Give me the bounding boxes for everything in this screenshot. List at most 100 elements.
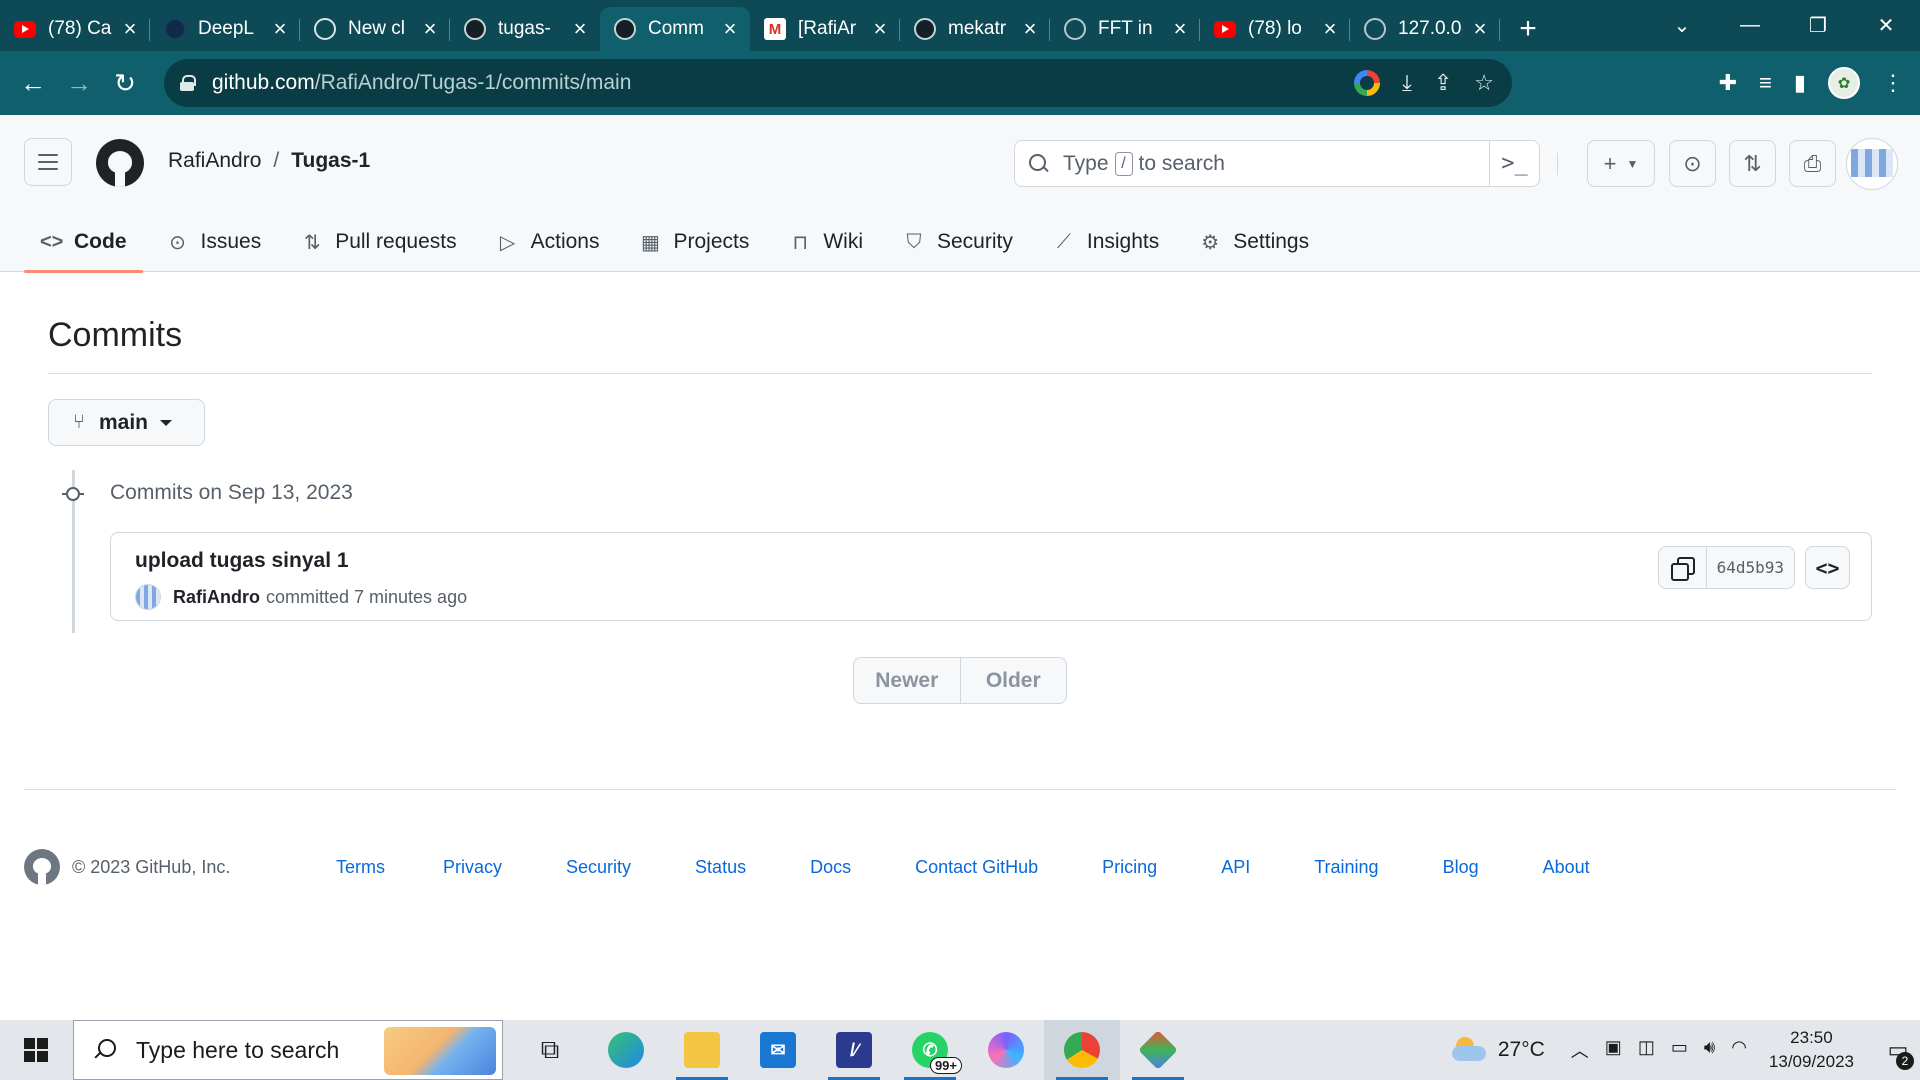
close-tab-icon[interactable]: × [570, 16, 590, 42]
clock[interactable]: 23:50 13/09/2023 [1769, 1026, 1854, 1074]
browser-tab[interactable]: FFT in × [1050, 7, 1200, 51]
lock-icon[interactable] [180, 75, 196, 91]
browser-tab[interactable]: (78) lo × [1200, 7, 1350, 51]
menu-kebab-icon[interactable]: ⋮ [1882, 70, 1904, 96]
footer-link-contact[interactable]: Contact GitHub [915, 857, 1038, 878]
hamburger-menu-icon[interactable] [24, 138, 72, 186]
footer-link-training[interactable]: Training [1314, 857, 1378, 878]
address-bar[interactable]: github.com/RafiAndro/Tugas-1/commits/mai… [164, 59, 1512, 107]
tab-settings[interactable]: ⚙ Settings [1183, 212, 1325, 272]
footer-link-blog[interactable]: Blog [1443, 857, 1479, 878]
close-tab-icon[interactable]: × [1470, 16, 1490, 42]
star-icon[interactable]: ☆ [1474, 70, 1494, 96]
browser-tab[interactable]: DeepL × [150, 7, 300, 51]
github-logo-icon[interactable] [96, 139, 144, 187]
close-tab-icon[interactable]: × [120, 16, 140, 42]
copilot-icon[interactable] [968, 1020, 1044, 1080]
chrome-icon[interactable] [1044, 1020, 1120, 1080]
url-text[interactable]: github.com/RafiAndro/Tugas-1/commits/mai… [212, 71, 631, 95]
weather-widget[interactable]: 27°C [1451, 1037, 1545, 1063]
author-link[interactable]: RafiAndro [173, 587, 260, 608]
meet-now-icon[interactable]: ◫ [1638, 1037, 1655, 1063]
notification-center-icon[interactable]: ▭ 2 [1876, 1020, 1920, 1080]
footer-link-about[interactable]: About [1543, 857, 1590, 878]
footer-link-pricing[interactable]: Pricing [1102, 857, 1157, 878]
taskbar-search-input[interactable]: Type here to search [73, 1020, 503, 1080]
back-arrow-icon[interactable]: ← [10, 60, 56, 106]
command-palette-icon[interactable]: >_ [1489, 141, 1539, 186]
issues-button[interactable]: ⊙ [1669, 140, 1716, 187]
minimize-icon[interactable]: — [1716, 14, 1784, 37]
close-tab-icon[interactable]: × [1320, 16, 1340, 42]
forward-arrow-icon[interactable]: → [56, 60, 102, 106]
mail-icon[interactable]: ✉ [740, 1020, 816, 1080]
restore-icon[interactable]: ❐ [1784, 13, 1852, 38]
close-window-icon[interactable]: ✕ [1852, 13, 1920, 38]
footer-link-docs[interactable]: Docs [810, 857, 851, 878]
avatar[interactable] [1846, 138, 1898, 190]
footer-link-privacy[interactable]: Privacy [443, 857, 502, 878]
side-panel-icon[interactable]: ▮ [1794, 70, 1806, 96]
close-tab-icon[interactable]: × [420, 16, 440, 42]
reading-list-icon[interactable]: ≡ [1759, 70, 1772, 96]
branch-selector-button[interactable]: ⑂ main [48, 399, 205, 446]
close-tab-icon[interactable]: × [270, 16, 290, 42]
footer-link-security[interactable]: Security [566, 857, 631, 878]
tab-actions[interactable]: ▷ Actions [481, 212, 616, 272]
extensions-puzzle-icon[interactable]: ✚ [1719, 70, 1737, 96]
footer-link-terms[interactable]: Terms [336, 857, 385, 878]
profile-avatar-icon[interactable]: ✿ [1828, 67, 1860, 99]
footer-link-status[interactable]: Status [695, 857, 746, 878]
edge-icon[interactable] [588, 1020, 664, 1080]
github-logo-icon[interactable] [24, 849, 60, 885]
browser-tab[interactable]: M [RafiAr × [750, 7, 900, 51]
repo-link[interactable]: Tugas-1 [291, 149, 370, 173]
newer-button[interactable]: Newer [854, 658, 961, 703]
close-tab-icon[interactable]: × [720, 16, 740, 42]
close-tab-icon[interactable]: × [1020, 16, 1040, 42]
browser-tab[interactable]: mekatr × [900, 7, 1050, 51]
owner-link[interactable]: RafiAndro [168, 149, 261, 173]
browser-tab[interactable]: tugas- × [450, 7, 600, 51]
google-icon[interactable] [1354, 70, 1381, 96]
pull-requests-button[interactable]: ⇅ [1729, 140, 1776, 187]
battery-icon[interactable]: ▭ [1671, 1037, 1688, 1063]
tab-security[interactable]: ⛉ Security [887, 212, 1029, 272]
copy-sha-button[interactable] [1659, 547, 1707, 588]
share-icon[interactable]: ⇪ [1434, 70, 1452, 96]
commit-sha-link[interactable]: 64d5b93 [1707, 547, 1794, 588]
file-explorer-icon[interactable] [664, 1020, 740, 1080]
new-tab-icon[interactable]: + [1500, 7, 1556, 51]
tab-issues[interactable]: ⊙ Issues [151, 212, 278, 272]
whatsapp-icon[interactable]: ✆ 99+ [892, 1020, 968, 1080]
browser-tab[interactable]: (78) Ca × [0, 7, 150, 51]
older-button[interactable]: Older [961, 658, 1067, 703]
commit-message-link[interactable]: upload tugas sinyal 1 [135, 549, 349, 573]
close-tab-icon[interactable]: × [1170, 16, 1190, 42]
volume-icon[interactable]: 🔊︎ [1704, 1037, 1715, 1063]
tab-projects[interactable]: ▦ Projects [623, 212, 765, 272]
footer-link-api[interactable]: API [1221, 857, 1250, 878]
create-new-button[interactable]: + ▼ [1587, 140, 1655, 187]
install-icon[interactable]: ⤓ [1402, 70, 1412, 96]
task-view-icon[interactable]: ⧉ [512, 1020, 588, 1080]
tab-insights[interactable]: ⟋ Insights [1037, 212, 1175, 272]
browse-repository-button[interactable]: <> [1805, 546, 1850, 589]
browser-tab[interactable]: 127.0.0 × [1350, 7, 1500, 51]
tab-search-icon[interactable]: ⌄ [1648, 13, 1716, 38]
inbox-button[interactable]: ⎙ [1789, 140, 1836, 187]
author-avatar[interactable] [135, 584, 161, 610]
tab-pull-requests[interactable]: ⇅ Pull requests [285, 212, 472, 272]
tab-code[interactable]: <> Code [24, 212, 143, 273]
network-monitor-icon[interactable]: ▣ [1605, 1037, 1622, 1063]
app-icon[interactable]: /∕ [816, 1020, 892, 1080]
browser-tab[interactable]: New cl × [300, 7, 450, 51]
tab-wiki[interactable]: ⊓ Wiki [773, 212, 879, 272]
reload-icon[interactable]: ↻ [102, 60, 148, 106]
browser-tab-active[interactable]: Comm × [600, 7, 750, 51]
start-button[interactable] [0, 1020, 72, 1080]
chevron-up-icon[interactable]: ︿ [1571, 1037, 1589, 1063]
search-input[interactable]: Type / to search >_ [1014, 140, 1540, 187]
git-app-icon[interactable] [1120, 1020, 1196, 1080]
close-tab-icon[interactable]: × [870, 16, 890, 42]
